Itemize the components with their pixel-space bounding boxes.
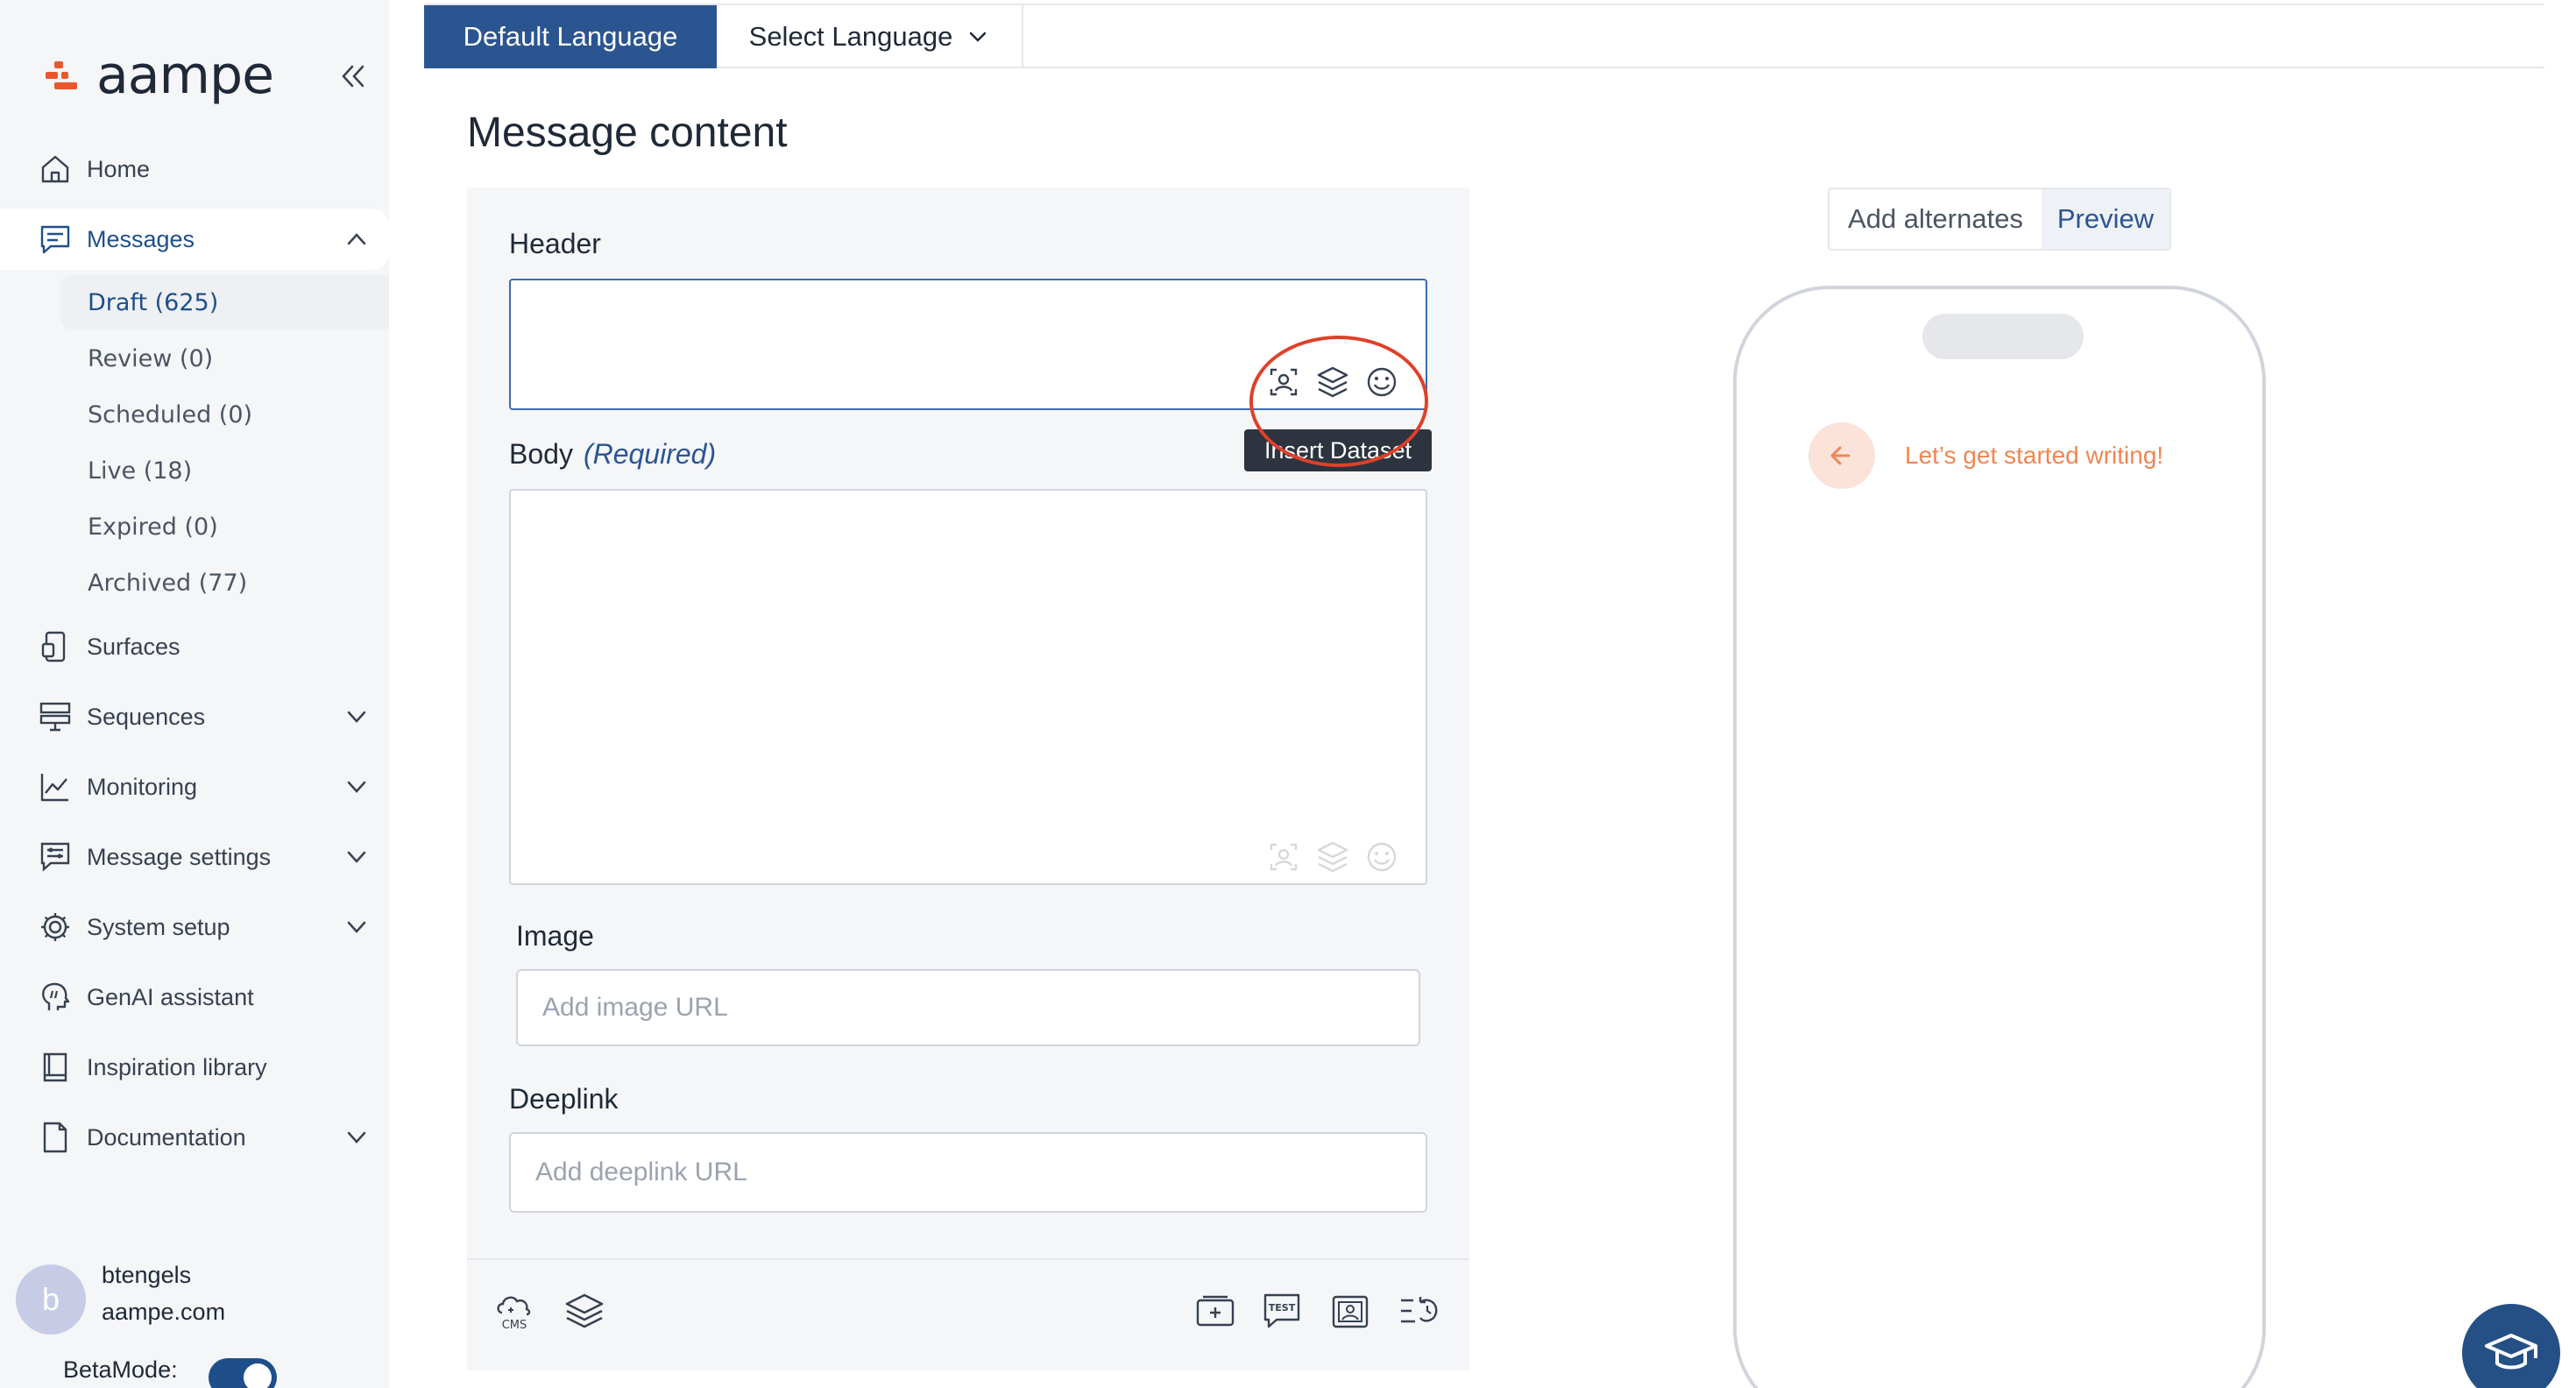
user-domain: aampe.com	[102, 1299, 226, 1325]
user-name: btengels	[102, 1262, 192, 1288]
sidebar-subitem-label: Expired (0)	[88, 513, 218, 541]
insert-dataset-icon	[1317, 841, 1348, 873]
chevron-down-icon[interactable]	[342, 1122, 372, 1152]
deeplink-label: Deeplink	[509, 1083, 619, 1115]
preview-toggle: Add alternates Preview	[1828, 188, 2171, 251]
back-button[interactable]	[1808, 422, 1875, 489]
cms-icon[interactable]: CMS	[493, 1290, 535, 1332]
home-icon	[41, 155, 69, 183]
sidebar-item-label: Home	[87, 155, 151, 182]
genai-icon	[42, 982, 70, 1010]
sidebar-subitem-draft[interactable]: Draft (625)	[60, 275, 389, 329]
chevron-down-icon	[970, 32, 987, 42]
sequences-icon	[39, 702, 71, 732]
aampe-logo-icon	[46, 58, 81, 93]
image-url-input[interactable]: Add image URL	[516, 969, 1420, 1046]
header-label: Header	[509, 228, 601, 259]
chevron-down-icon[interactable]	[342, 842, 372, 872]
sidebar-item-inspiration-library[interactable]: Inspiration library	[0, 1037, 389, 1098]
book-icon	[43, 1052, 67, 1082]
sidebar-item-label: Inspiration library	[87, 1053, 267, 1080]
sidebar-item-genai-assistant[interactable]: GenAI assistant	[0, 967, 389, 1028]
phone-notch	[1922, 314, 2084, 359]
body-field[interactable]	[509, 489, 1427, 885]
preview-button[interactable]: Preview	[2042, 189, 2169, 249]
chevron-down-icon[interactable]	[342, 912, 372, 942]
media-preview-icon[interactable]	[1329, 1290, 1371, 1332]
deeplink-url-input[interactable]: Add deeplink URL	[509, 1132, 1427, 1213]
highlight-circle	[1249, 336, 1428, 467]
emoji-icon	[1367, 842, 1397, 872]
sidebar-item-label: Message settings	[87, 843, 272, 870]
history-list-icon[interactable]	[1398, 1290, 1440, 1332]
sidebar-subitem-label: Review (0)	[88, 344, 214, 372]
sidebar-item-label: Messages	[87, 225, 195, 252]
sidebar-subitem-expired[interactable]: Expired (0)	[60, 499, 389, 554]
sidebar-subitem-archived[interactable]: Archived (77)	[60, 556, 389, 610]
body-label-text: Body	[509, 438, 573, 470]
image-label: Image	[516, 920, 594, 952]
graduation-cap-icon	[2485, 1334, 2537, 1370]
gear-icon	[41, 913, 69, 941]
cms-label: CMS	[502, 1319, 527, 1332]
language-tabs: Default Language Select Language	[424, 4, 2544, 68]
tab-default-language[interactable]: Default Language	[424, 5, 717, 68]
editor-toolbar: CMS TEST	[467, 1258, 1469, 1370]
phone-preview: Let’s get started writing!	[1733, 286, 2266, 1388]
select-language-label: Select Language	[748, 21, 953, 52]
monitoring-icon	[40, 774, 68, 802]
sidebar-item-label: Monitoring	[87, 773, 198, 800]
surfaces-icon	[41, 631, 66, 662]
logo[interactable]: aampe	[46, 45, 274, 106]
sidebar-subitem-label: Draft (625)	[88, 288, 219, 316]
sidebar-item-label: GenAI assistant	[87, 983, 254, 1010]
test-message-icon[interactable]: TEST	[1261, 1290, 1303, 1332]
arrow-left-icon	[1830, 446, 1851, 465]
add-alternates-button[interactable]: Add alternates	[1829, 189, 2042, 249]
collapse-sidebar-icon[interactable]	[338, 61, 368, 91]
beta-mode-label: BetaMode:	[63, 1356, 178, 1383]
sidebar-item-monitoring[interactable]: Monitoring	[0, 756, 389, 818]
add-card-icon[interactable]	[1194, 1290, 1236, 1332]
user-profile[interactable]: b btengels aampe.com	[16, 1262, 384, 1341]
sidebar-item-system-setup[interactable]: System setup	[0, 896, 389, 958]
body-label: Body (Required)	[509, 438, 716, 471]
test-label: TEST	[1269, 1302, 1296, 1314]
sidebar-subitem-label: Live (18)	[88, 457, 193, 485]
sidebar: aampe Home Messages Draft (625) Review (…	[0, 0, 389, 1388]
document-icon	[43, 1122, 67, 1153]
beta-mode-toggle[interactable]	[209, 1358, 277, 1388]
sidebar-item-surfaces[interactable]: Surfaces	[0, 616, 389, 677]
select-language-dropdown[interactable]: Select Language	[717, 5, 1023, 68]
chevron-up-icon[interactable]	[342, 224, 372, 254]
chevron-down-icon[interactable]	[342, 702, 372, 732]
sidebar-item-label: Sequences	[87, 703, 206, 730]
sidebar-item-label: Documentation	[87, 1123, 246, 1151]
layers-icon[interactable]	[563, 1290, 605, 1332]
avatar: b	[16, 1264, 86, 1335]
chevron-down-icon[interactable]	[342, 772, 372, 802]
sidebar-subitem-live[interactable]: Live (18)	[60, 443, 389, 498]
sidebar-subitem-label: Archived (77)	[88, 569, 248, 597]
help-button[interactable]	[2462, 1304, 2560, 1388]
sidebar-subitem-review[interactable]: Review (0)	[60, 331, 389, 386]
sidebar-subitem-label: Scheduled (0)	[88, 400, 253, 428]
sidebar-item-documentation[interactable]: Documentation	[0, 1107, 389, 1168]
personalize-icon	[1270, 843, 1298, 871]
page-title: Message content	[467, 110, 788, 156]
required-indicator: (Required)	[583, 438, 717, 470]
sidebar-item-label: Surfaces	[87, 633, 180, 660]
sidebar-item-message-settings[interactable]: Message settings	[0, 826, 389, 888]
sidebar-item-messages[interactable]: Messages	[0, 209, 389, 270]
sidebar-item-label: System setup	[87, 913, 230, 940]
preview-message: Let’s get started writing!	[1905, 442, 2164, 469]
message-settings-icon	[40, 842, 70, 872]
logo-text: aampe	[96, 45, 274, 106]
toggle-knob	[244, 1363, 272, 1388]
sidebar-subitem-scheduled[interactable]: Scheduled (0)	[60, 387, 389, 442]
sidebar-item-sequences[interactable]: Sequences	[0, 686, 389, 747]
sidebar-item-home[interactable]: Home	[0, 138, 389, 200]
messages-icon	[40, 225, 70, 254]
